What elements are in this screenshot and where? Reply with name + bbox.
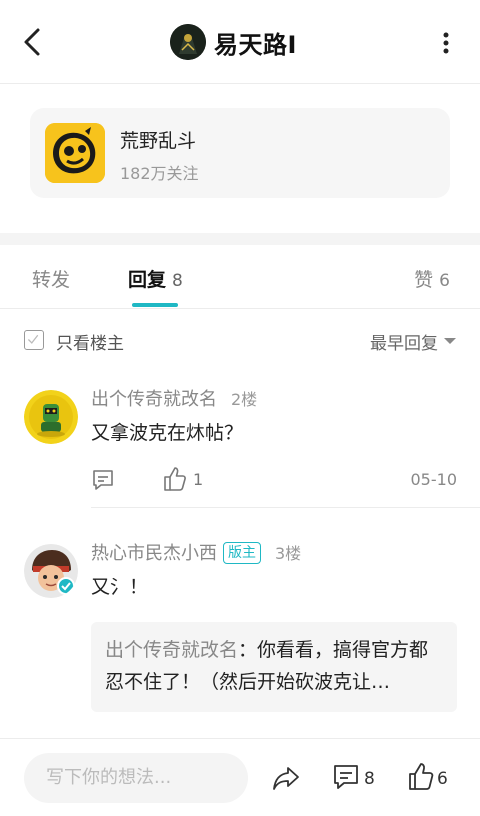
like-count: 1 xyxy=(193,470,204,489)
reply-item: 热心市民杰小西 版主 3楼 又氵！ 出个传奇就改名：你看看，搞得官方都忍不住了！（然… xyxy=(0,532,480,742)
tab-like-label: 赞 xyxy=(414,269,434,291)
quote-separator: ： xyxy=(238,639,258,661)
reply-item: 出个传奇就改名 2楼 又拿波克在炑帖？ 1 05-10 xyxy=(0,378,480,508)
game-logo-icon xyxy=(45,123,105,183)
reply-author[interactable]: 出个传奇就改名 2楼 xyxy=(91,385,257,411)
reply-floor: 3楼 xyxy=(275,544,302,563)
more-options-icon[interactable] xyxy=(442,32,450,54)
game-followers: 182万关注 xyxy=(120,164,199,183)
reply-author[interactable]: 热心市民杰小西 版主 3楼 xyxy=(91,539,301,565)
tab-forward[interactable]: 转发 xyxy=(32,265,70,292)
reply-actions: 1 05-10 xyxy=(91,466,461,496)
comment-input[interactable]: 写下你的想法... xyxy=(24,753,248,803)
tab-like-count: 6 xyxy=(439,271,450,291)
quoted-author: 出个传奇就改名 xyxy=(105,639,239,661)
bottom-action-bar: 写下你的想法... 8 6 xyxy=(0,738,480,816)
comment-icon[interactable] xyxy=(332,763,360,791)
tab-forward-label: 转发 xyxy=(32,269,71,291)
reply-author-name: 出个传奇就改名 xyxy=(91,389,217,410)
sort-dropdown[interactable]: 最早回复 xyxy=(370,329,438,354)
game-card[interactable]: 荒野乱斗 182万关注 xyxy=(30,108,450,198)
comment-icon[interactable] xyxy=(91,468,115,492)
divider xyxy=(91,507,480,508)
share-icon[interactable] xyxy=(272,765,300,791)
game-name: 荒野乱斗 xyxy=(120,130,197,152)
author-avatar[interactable] xyxy=(170,24,206,60)
author-name: 易天路I xyxy=(214,30,297,59)
reply-text: 又拿波克在炑帖？ xyxy=(91,422,244,444)
only-owner-label[interactable]: 只看楼主 xyxy=(56,329,124,354)
only-owner-checkbox[interactable] xyxy=(24,330,44,350)
reply-text: 又氵！ xyxy=(91,576,149,598)
reply-date: 05-10 xyxy=(410,470,458,489)
active-tab-indicator xyxy=(132,303,178,307)
tab-like[interactable]: 赞6 xyxy=(414,265,450,292)
comment-count: 8 xyxy=(364,769,375,789)
tab-bar: 转发 回复 8 赞6 xyxy=(0,245,480,309)
top-bar: 易天路I xyxy=(0,0,480,84)
reply-floor: 2楼 xyxy=(231,390,258,409)
back-arrow-icon[interactable] xyxy=(18,26,48,58)
thumbs-up-icon[interactable] xyxy=(408,761,434,791)
author-title[interactable]: 易天路I xyxy=(170,24,297,60)
thumbs-up-icon[interactable] xyxy=(163,466,187,492)
filter-row: 只看楼主 最早回复 xyxy=(0,326,480,356)
like-count: 6 xyxy=(437,769,448,789)
chevron-down-icon[interactable] xyxy=(444,338,456,344)
check-icon xyxy=(27,334,39,344)
tab-reply[interactable]: 回复 8 xyxy=(128,265,183,292)
tab-reply-label: 回复 xyxy=(128,269,167,291)
reply-author-name: 热心市民杰小西 xyxy=(91,543,217,564)
avatar[interactable] xyxy=(24,544,78,598)
tab-reply-count: 8 xyxy=(172,271,183,291)
section-divider xyxy=(0,233,480,245)
moderator-badge: 版主 xyxy=(223,542,261,564)
avatar[interactable] xyxy=(24,390,78,444)
quoted-reply[interactable]: 出个传奇就改名：你看看，搞得官方都忍不住了！（然后开始砍波克让… xyxy=(91,622,457,712)
